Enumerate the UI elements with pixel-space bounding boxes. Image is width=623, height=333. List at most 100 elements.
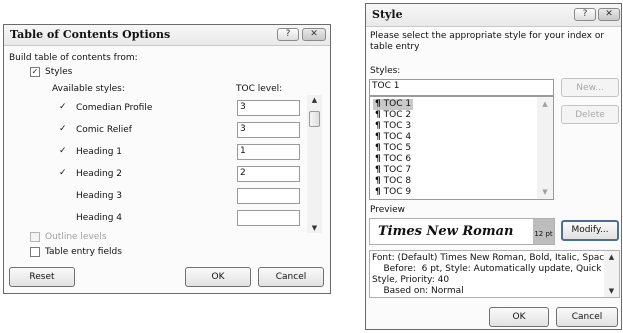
assigned-checkmark-icon: ✓ [59, 102, 67, 112]
list-item[interactable]: ¶ TOC 5 [373, 143, 413, 154]
style-name-input[interactable]: TOC 1 [369, 79, 554, 96]
list-item-label: TOC 5 [383, 143, 412, 153]
cancel-button[interactable]: Cancel [556, 307, 618, 327]
scroll-up-arrow-icon[interactable]: ▲ [307, 95, 322, 105]
preview-font-sample: Times New Roman [378, 224, 514, 239]
delete-style-button-label: Delete [575, 110, 605, 120]
paragraph-icon: ¶ [375, 154, 381, 164]
preview-label: Preview [370, 205, 406, 215]
styles-scrollbar[interactable]: ▲ ▼ [307, 95, 322, 233]
cancel-button-label: Cancel [571, 312, 603, 322]
style-name: Comic Relief [76, 125, 132, 135]
paragraph-icon: ¶ [375, 99, 381, 109]
list-item[interactable]: ¶ TOC 9 [373, 187, 413, 198]
list-item-label: TOC 2 [383, 110, 412, 120]
list-item-label: TOC 1 [383, 99, 412, 109]
style-row: ✓ Heading 2 2 [4, 165, 304, 185]
style-row: ✓ Comic Relief 3 [4, 121, 304, 141]
toc-options-dialog: Table of Contents Options ? ✕ Build tabl… [3, 24, 331, 294]
cancel-button-label: Cancel [275, 272, 307, 282]
assigned-checkmark-icon: ✓ [59, 146, 67, 156]
list-item-label: TOC 3 [383, 121, 412, 131]
scroll-down-arrow-icon[interactable]: ▼ [537, 187, 553, 197]
scrollbar-thumb[interactable] [309, 111, 320, 127]
scroll-down-arrow-icon[interactable]: ▼ [307, 223, 322, 233]
toc-options-titlebar[interactable]: Table of Contents Options ? ✕ [4, 25, 330, 46]
list-item[interactable]: ¶ TOC 6 [373, 154, 413, 165]
new-style-button[interactable]: New... [561, 78, 619, 97]
ok-button[interactable]: OK [489, 307, 549, 327]
list-item-label: TOC 6 [383, 154, 412, 164]
toc-level-input[interactable] [237, 188, 300, 204]
available-styles-header: Available styles: [52, 84, 125, 94]
new-style-button-label: New... [576, 83, 604, 93]
styles-checkbox-label[interactable]: Styles [45, 67, 72, 77]
toc-level-input[interactable]: 3 [237, 100, 300, 116]
ok-button-label: OK [512, 312, 526, 322]
style-description-box[interactable]: Font: (Default) Times New Roman, Bold, I… [369, 250, 620, 298]
style-row: ✓ Heading 1 1 [4, 143, 304, 163]
help-button[interactable]: ? [574, 8, 596, 21]
style-row: Heading 4 [4, 209, 304, 229]
assigned-checkmark-icon: ✓ [59, 124, 67, 134]
description-scrollbar[interactable]: ▲ ▼ [604, 251, 619, 297]
preview-box: Times New Roman 12 pt [369, 218, 555, 245]
list-item[interactable]: ¶ TOC 1 [373, 99, 414, 110]
list-item-label: TOC 9 [383, 187, 412, 197]
paragraph-icon: ¶ [375, 110, 381, 120]
modify-button-label: Modify... [571, 225, 609, 235]
paragraph-icon: ¶ [375, 187, 381, 197]
assigned-checkmark-icon: ✓ [59, 168, 67, 178]
toc-level-input[interactable]: 1 [237, 144, 300, 160]
outline-levels-label[interactable]: Outline levels [45, 232, 107, 242]
style-row: Heading 3 [4, 187, 304, 207]
list-item[interactable]: ¶ TOC 3 [373, 121, 413, 132]
list-item-label: TOC 7 [383, 165, 412, 175]
build-from-label: Build table of contents from: [9, 53, 138, 63]
style-name: Heading 2 [76, 169, 123, 179]
toc-level-input[interactable]: 3 [237, 122, 300, 138]
preview-size-badge: 12 pt [533, 219, 554, 244]
help-button[interactable]: ? [277, 28, 299, 41]
style-name: Heading 4 [76, 213, 123, 223]
styles-list[interactable]: ¶ TOC 1 ¶ TOC 2 ¶ TOC 3 ¶ TOC 4 ¶ TOC 5 … [369, 96, 554, 200]
ok-button[interactable]: OK [185, 267, 251, 287]
description-line: Style, Priority: 40 [372, 275, 450, 285]
close-button[interactable]: ✕ [302, 28, 326, 41]
close-button[interactable]: ✕ [598, 8, 620, 21]
styles-label: Styles: [370, 66, 401, 76]
style-dialog: Style ? ✕ Please select the appropriate … [365, 3, 622, 330]
ok-button-label: OK [211, 272, 225, 282]
scroll-up-arrow-icon[interactable]: ▲ [537, 99, 553, 109]
delete-style-button[interactable]: Delete [561, 105, 619, 124]
table-entry-fields-checkbox[interactable] [30, 247, 40, 257]
table-entry-fields-label[interactable]: Table entry fields [45, 247, 122, 257]
description-line: Font: (Default) Times New Roman, Bold, I… [372, 253, 610, 263]
paragraph-icon: ¶ [375, 165, 381, 175]
style-name: Heading 1 [76, 147, 123, 157]
style-name: Heading 3 [76, 191, 123, 201]
reset-button[interactable]: Reset [9, 267, 75, 287]
paragraph-icon: ¶ [375, 143, 381, 153]
list-item[interactable]: ¶ TOC 8 [373, 176, 413, 187]
list-item[interactable]: ¶ TOC 2 [373, 110, 413, 121]
style-titlebar[interactable]: Style ? ✕ [366, 4, 621, 27]
styles-list-scrollbar[interactable]: ▲ ▼ [537, 97, 553, 199]
paragraph-icon: ¶ [375, 121, 381, 131]
outline-levels-checkbox[interactable] [30, 232, 40, 242]
style-name: Comedian Profile [76, 103, 153, 113]
instruction-text: Please select the appropriate style for … [370, 31, 605, 52]
scroll-up-arrow-icon[interactable]: ▲ [604, 252, 619, 262]
toc-level-input[interactable]: 2 [237, 166, 300, 182]
toc-level-input[interactable] [237, 210, 300, 226]
dialog-title: Table of Contents Options [10, 28, 171, 41]
modify-button[interactable]: Modify... [561, 220, 619, 241]
scroll-down-arrow-icon[interactable]: ▼ [604, 286, 619, 296]
styles-checkbox[interactable]: ✓ [30, 67, 40, 77]
reset-button-label: Reset [29, 272, 55, 282]
cancel-button[interactable]: Cancel [258, 267, 324, 287]
style-row: ✓ Comedian Profile 3 [4, 99, 304, 119]
list-item[interactable]: ¶ TOC 7 [373, 165, 413, 176]
list-item[interactable]: ¶ TOC 4 [373, 132, 413, 143]
paragraph-icon: ¶ [375, 176, 381, 186]
